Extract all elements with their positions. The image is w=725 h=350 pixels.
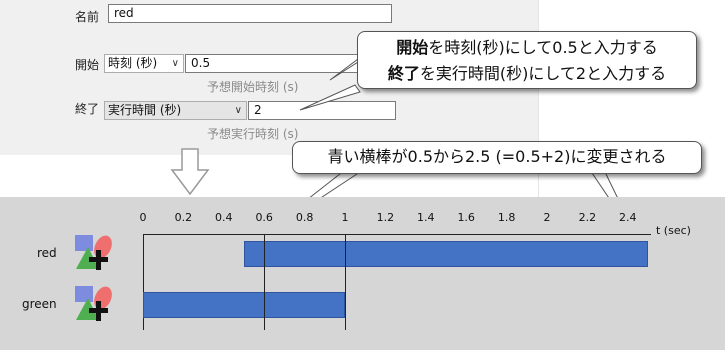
pointer-end [299,84,361,111]
instruction-line-2: 終了を実行時間(秒)にして2と入力する [387,64,667,83]
tick-label: 2 [543,211,551,224]
tick-label: 1.4 [417,211,435,224]
timeline-bar-green[interactable] [143,292,345,318]
instruction-line-1: 開始を時刻(秒)にして0.5と入力する [396,38,658,57]
tick-label: 2.4 [619,211,637,224]
shape-object-icon [75,235,112,270]
timeline-panel: 0 0.2 0.4 0.6 0.8 1 1.2 1.4 1.6 1.8 2 2.2 2.4 t (sec… [0,197,725,350]
tick-label: 0.8 [295,211,314,224]
bar-change-callout: 青い横棒が0.5から2.5 (=0.5+2)に変更される [292,141,702,174]
tick-label: 1.2 [376,211,395,224]
tick-label: 0.6 [255,211,273,224]
ruler-line [143,234,651,235]
timeline-bar-red[interactable] [244,241,648,267]
tick-label: 1.8 [497,211,516,224]
shape-object-icon [75,286,112,321]
row-label-green: green [22,297,57,311]
time-unit-label: t (sec) [656,224,691,237]
tick-label: 1.6 [457,211,475,224]
row-label-red: red [37,246,57,260]
down-arrow-icon [170,148,210,196]
instruction-callout: 開始を時刻(秒)にして0.5と入力する 終了を実行時間(秒)にして2と入力する [357,31,697,89]
tick-label: 1 [341,211,349,224]
grid-line [264,234,266,330]
grid-line [345,234,346,330]
tick-label: 0.4 [215,211,233,224]
tick-label: 0 [139,211,147,224]
tick-label: 2.2 [578,211,597,224]
tick-label: 0.2 [174,211,193,224]
